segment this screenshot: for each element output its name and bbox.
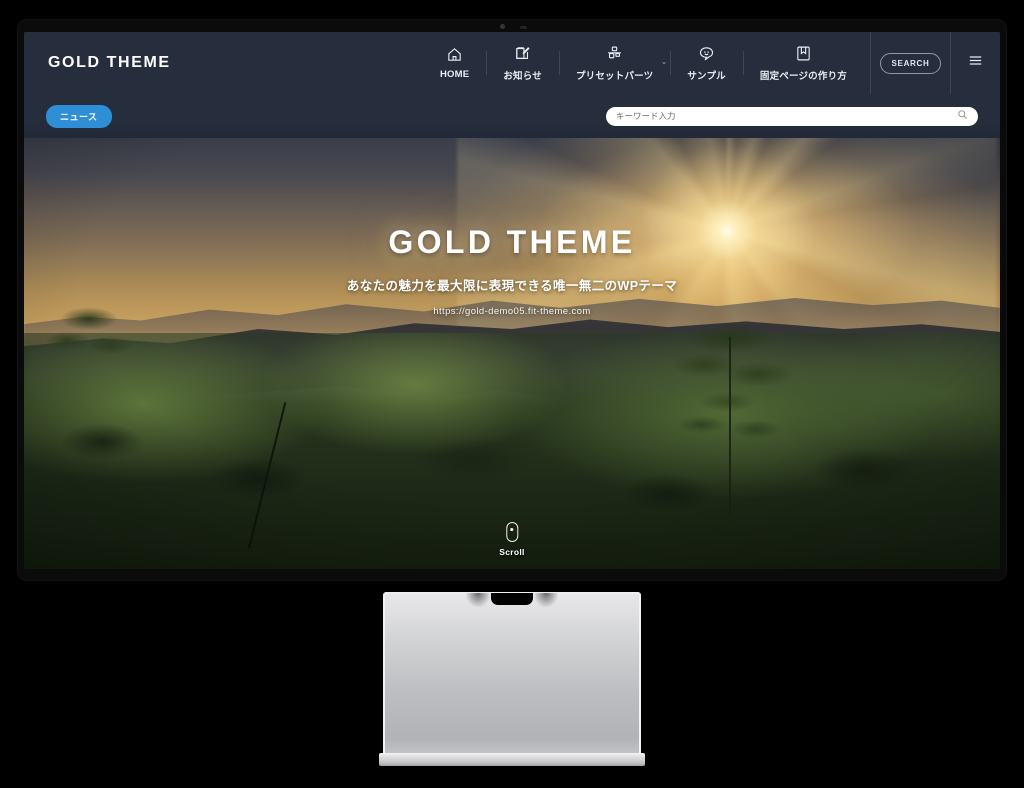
nav-item-home[interactable]: HOME <box>423 32 486 94</box>
news-badge[interactable]: ニュース <box>46 104 112 128</box>
menu-button[interactable] <box>950 32 1000 94</box>
nav-item-sample[interactable]: サンプル <box>670 32 743 94</box>
nav-label: お知らせ <box>503 70 542 82</box>
search-button[interactable]: SEARCH <box>879 52 942 74</box>
hamburger-list-icon <box>967 52 984 74</box>
bookmark-icon <box>795 45 812 63</box>
chevron-down-icon: ⌄ <box>660 57 668 66</box>
monitor-screen: GOLD THEME あなたの魅力を最大限に表現できる唯一無二のWPテーマ ht… <box>24 32 1000 569</box>
puzzle-parts-icon <box>606 45 623 63</box>
monitor-top-bezel <box>18 20 1006 32</box>
scroll-label: Scroll <box>499 547 525 557</box>
webcam-icon <box>500 24 505 29</box>
search-field[interactable] <box>606 106 978 126</box>
monitor-device: GOLD THEME あなたの魅力を最大限に表現できる唯一無二のWPテーマ ht… <box>18 20 1006 580</box>
nav-item-page-guide[interactable]: 固定ページの作り方 <box>742 32 864 94</box>
home-icon <box>446 46 463 64</box>
hero-subtitle: あなたの魅力を最大限に表現できる唯一無二のWPテーマ <box>346 279 678 293</box>
main-navigation: HOME お知らせ プリセットパーツ ⌄ サンプル 固定ページの作り方 <box>423 32 864 94</box>
site-logo[interactable]: GOLD THEME <box>48 54 171 72</box>
search-button-section: SEARCH <box>870 32 950 94</box>
scroll-indicator[interactable]: Scroll <box>499 522 524 557</box>
search-input[interactable] <box>616 111 957 121</box>
chat-smile-icon <box>698 45 715 63</box>
nav-label: 固定ページの作り方 <box>759 70 847 82</box>
nav-label: HOME <box>440 69 470 80</box>
stand-foot <box>379 753 645 766</box>
edit-square-icon <box>514 45 531 63</box>
magnifier-icon[interactable] <box>957 107 968 125</box>
stand-body <box>383 592 641 758</box>
hero-url: https://gold-demo05.fit-theme.com <box>433 306 591 317</box>
monitor-stand <box>379 592 645 766</box>
nav-label: プリセットパーツ <box>575 70 654 82</box>
site-header: GOLD THEME HOME お知らせ プリセットパーツ ⌄ サンプル 固定ペ… <box>24 32 1000 94</box>
nav-item-preset-parts[interactable]: プリセットパーツ ⌄ <box>558 32 670 94</box>
nav-item-news[interactable]: お知らせ <box>486 32 559 94</box>
nav-label: サンプル <box>687 70 726 82</box>
hero-title: GOLD THEME <box>388 224 636 260</box>
mouse-scroll-icon <box>505 522 518 542</box>
light-sensor-icon <box>520 26 527 29</box>
secondary-bar: ニュース <box>24 94 1000 138</box>
stand-notch <box>465 593 559 608</box>
screenshot-stage: GOLD THEME あなたの魅力を最大限に表現できる唯一無二のWPテーマ ht… <box>0 0 1024 788</box>
